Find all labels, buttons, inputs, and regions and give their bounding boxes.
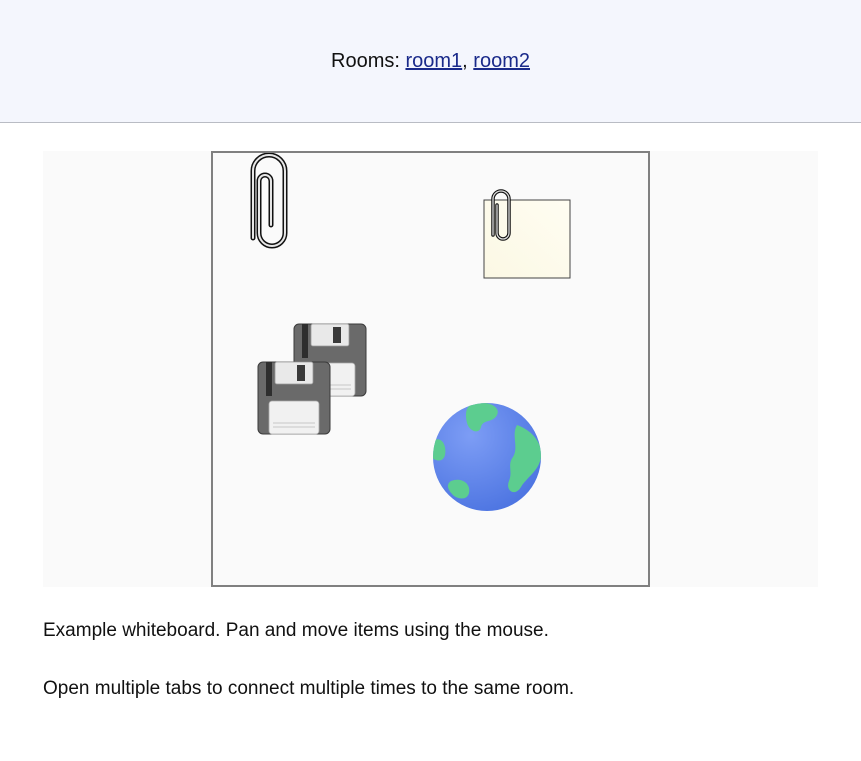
sticky-note-icon[interactable] <box>481 189 576 285</box>
paperclip-icon[interactable] <box>239 153 289 253</box>
globe-icon[interactable] <box>431 401 543 513</box>
whiteboard-stage[interactable] <box>43 151 818 587</box>
rooms-separator: , <box>462 49 468 72</box>
room2-link[interactable]: room2 <box>473 50 530 73</box>
rooms-header: Rooms: room1, room2 <box>0 0 861 123</box>
rooms-prefix: Rooms: <box>331 49 400 72</box>
whiteboard[interactable] <box>211 151 650 587</box>
caption-multiple-tabs: Open multiple tabs to connect multiple t… <box>43 678 575 699</box>
floppy-disk-icon[interactable] <box>257 361 331 435</box>
caption-instructions: Example whiteboard. Pan and move items u… <box>43 620 549 641</box>
room1-link[interactable]: room1 <box>405 50 462 73</box>
